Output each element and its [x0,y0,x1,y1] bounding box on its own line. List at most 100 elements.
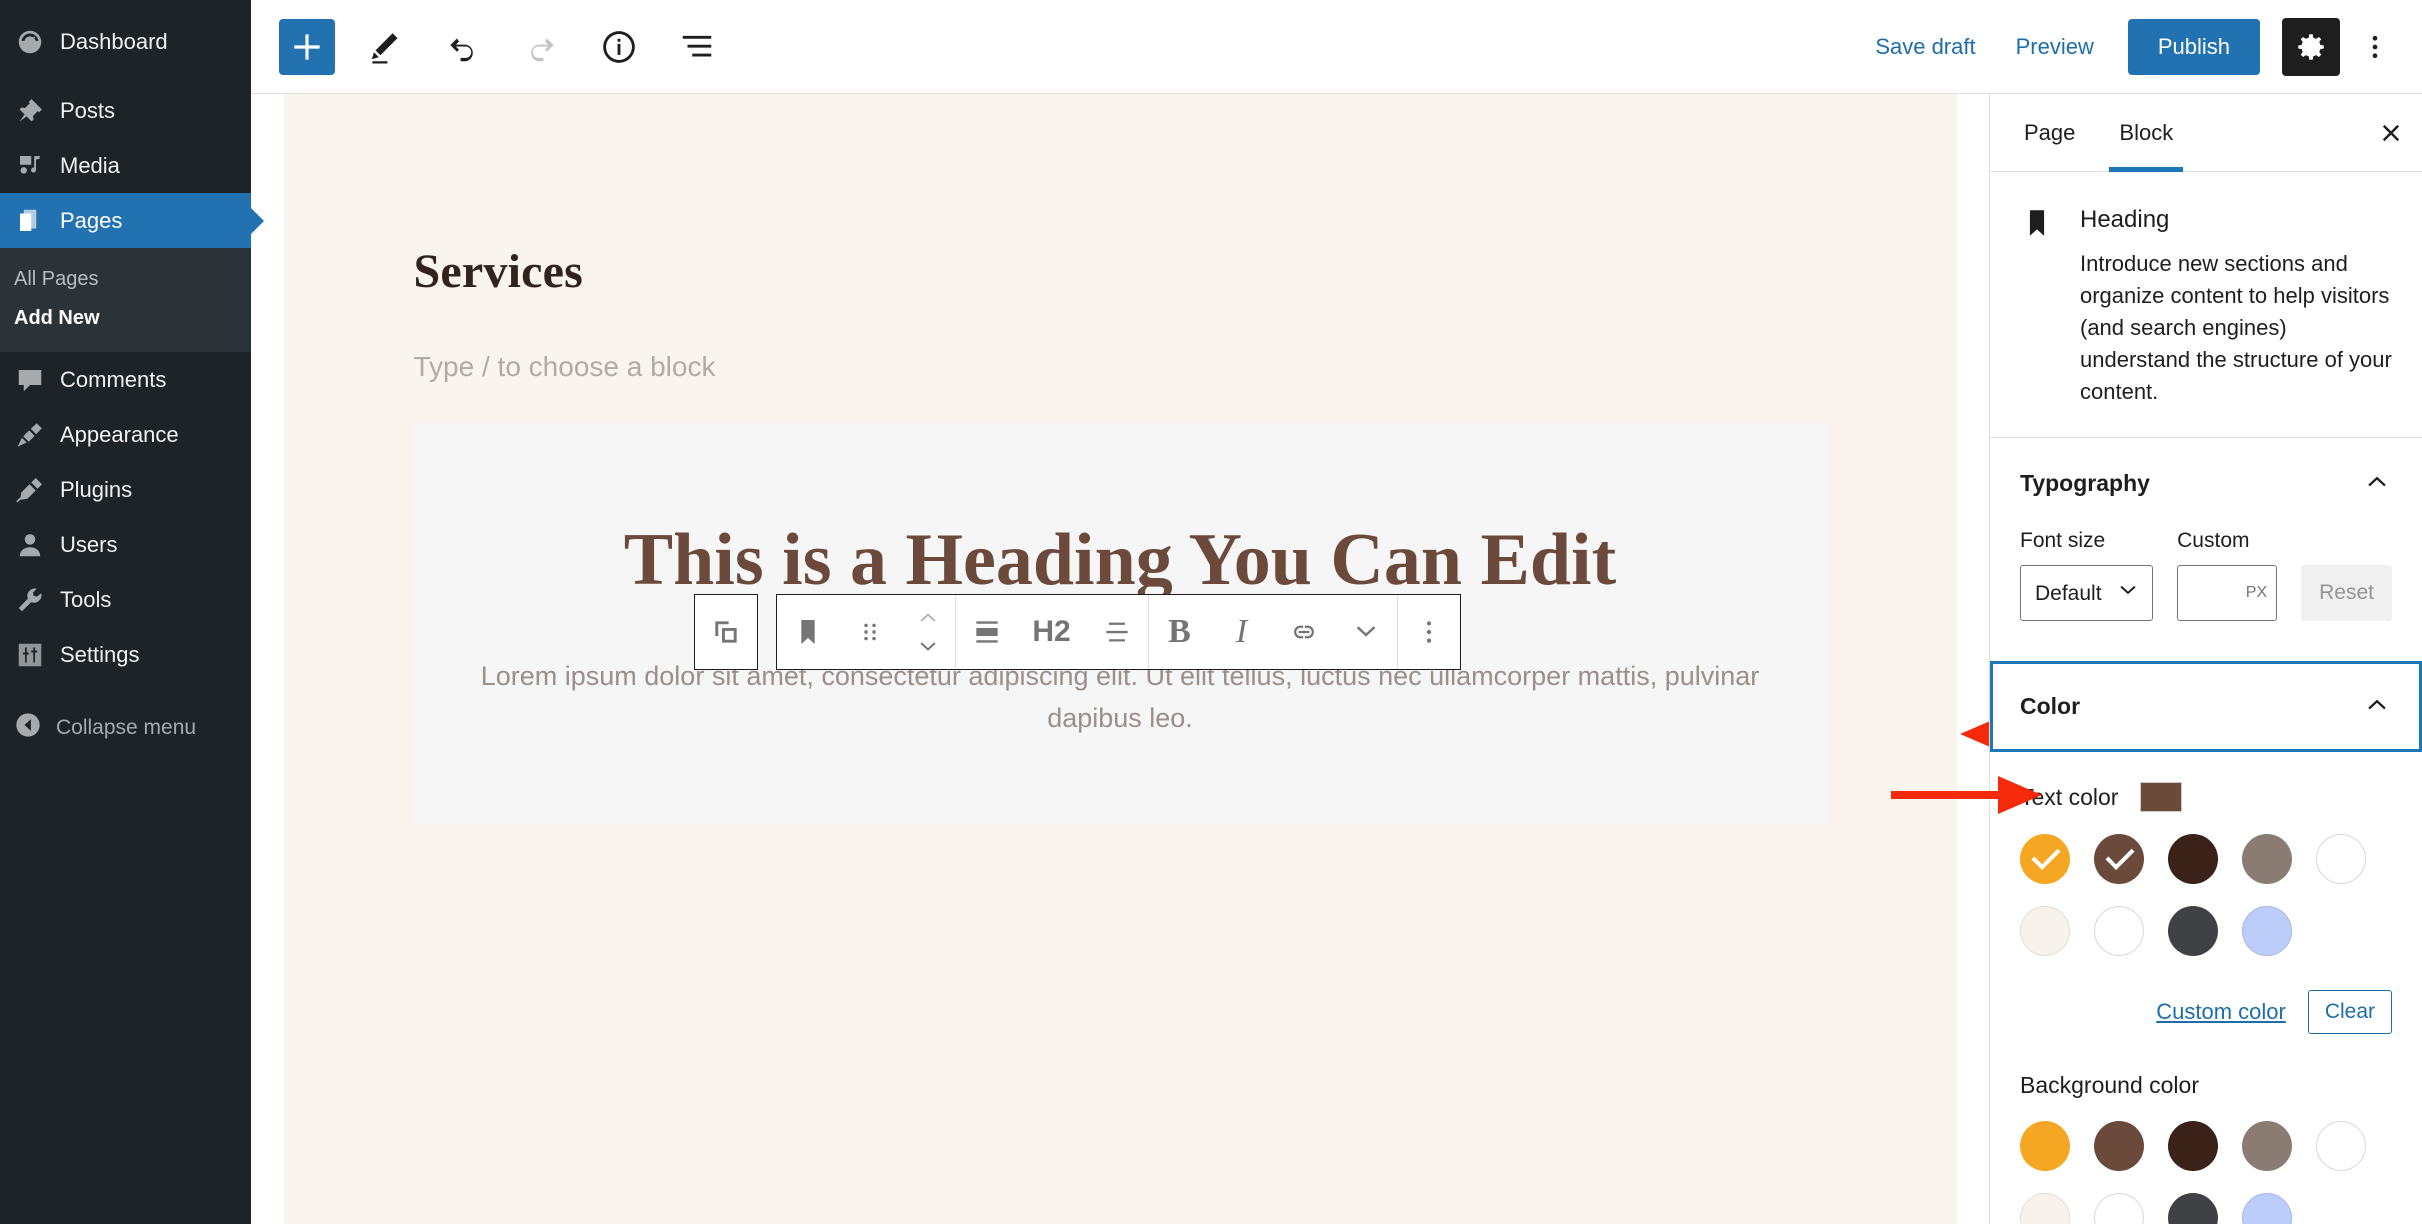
text-color-swatch[interactable] [2168,834,2218,885]
pin-icon [14,95,46,127]
bold-button[interactable]: B [1149,595,1211,669]
sidebar-item-label: Pages [60,207,123,233]
list-view-icon [682,35,712,56]
close-settings-button[interactable] [2360,94,2422,171]
link-button[interactable] [1273,595,1335,669]
save-draft-button[interactable]: Save draft [1855,20,1995,74]
wrench-icon [14,584,46,616]
redo-button[interactable] [513,19,569,75]
comment-icon [14,364,46,396]
chevron-up-icon [2362,689,2392,724]
move-up-button[interactable] [915,602,941,632]
block-type-copy-button[interactable] [695,595,757,669]
sliders-icon [14,639,46,671]
page-content: Services Type / to choose a block This i… [283,94,1957,1224]
sidebar-item-comments[interactable]: Comments [0,352,251,407]
paintbrush-icon [14,419,46,451]
chevron-down-icon [1356,626,1375,637]
empty-paragraph-placeholder[interactable]: Type / to choose a block [284,299,1957,383]
block-type-heading-button[interactable] [777,595,839,669]
align-button[interactable] [956,595,1018,669]
sidebar-item-dashboard[interactable]: Dashboard [0,14,251,69]
background-color-swatch[interactable] [2168,1121,2218,1172]
sidebar-item-appearance[interactable]: Appearance [0,407,251,462]
text-color-swatch[interactable] [2242,906,2292,957]
kebab-menu-icon [2372,35,2378,58]
sidebar-subitem-all-pages[interactable]: All Pages [0,260,251,299]
sidebar-item-label: Posts [60,97,116,123]
sidebar-item-tools[interactable]: Tools [0,572,251,627]
list-view-button[interactable] [669,19,725,75]
drag-handle[interactable] [839,595,901,669]
block-toolbar-seg-format: B I [1147,595,1397,669]
sidebar-submenu-pages: All Pages Add New [0,248,251,352]
text-color-swatch[interactable] [2168,906,2218,957]
block-options-button[interactable] [1398,595,1460,669]
text-color-clear-button[interactable]: Clear [2307,990,2392,1035]
text-color-swatch[interactable] [2020,834,2070,885]
details-button[interactable] [591,19,647,75]
sidebar-item-settings[interactable]: Settings [0,627,251,682]
background-color-swatch[interactable] [2316,1121,2366,1172]
dashboard-icon [14,26,46,58]
background-color-swatch[interactable] [2094,1121,2144,1172]
plus-icon [294,33,320,60]
background-color-swatch[interactable] [2094,1193,2144,1224]
page-title[interactable]: Services [284,94,1957,299]
sidebar-item-users[interactable]: Users [0,517,251,572]
gear-icon [2298,33,2324,60]
publish-button[interactable]: Publish [2127,18,2260,75]
background-color-swatch[interactable] [2168,1193,2218,1224]
typography-section-title: Typography [2020,470,2150,497]
custom-font-size-input[interactable] [2177,565,2278,622]
undo-button[interactable] [435,19,491,75]
color-section-header[interactable]: Color [1990,661,2422,753]
sidebar-item-label: Media [60,152,120,178]
sidebar-subitem-label: Add New [14,307,100,329]
sidebar-item-posts[interactable]: Posts [0,83,251,138]
text-color-swatch[interactable] [2020,906,2070,957]
heading-block-text[interactable]: This is a Heading You Can Edit [414,519,1827,602]
reset-font-size-button[interactable]: Reset [2301,565,2392,622]
tab-page[interactable]: Page [2002,94,2097,171]
color-controls: Text color Custom color Clear Background… [1990,752,2422,1224]
text-color-swatch-selected[interactable] [2094,834,2144,885]
move-down-button[interactable] [915,632,941,662]
kebab-menu-icon [1426,621,1431,643]
text-custom-color-link[interactable]: Custom color [2156,999,2286,1025]
edit-tool-button[interactable] [357,19,413,75]
more-rich-text-button[interactable] [1335,595,1397,669]
preview-button[interactable]: Preview [1996,20,2114,74]
arrow-pointing-to-heading [1960,721,1989,747]
block-toolbar-seg-block [777,595,955,669]
close-icon [2382,124,2400,141]
editor-canvas: Services Type / to choose a block This i… [251,94,1989,1224]
more-options-button[interactable] [2350,18,2400,76]
heading-level-button[interactable]: H2 [1018,595,1086,669]
text-color-swatch[interactable] [2316,834,2366,885]
sidebar-item-pages[interactable]: Pages [0,193,251,248]
sidebar-item-media[interactable]: Media [0,138,251,193]
block-card: Heading Introduce new sections and organ… [1990,172,2422,439]
background-color-swatch[interactable] [2242,1193,2292,1224]
block-mover [901,595,955,669]
background-color-swatch[interactable] [2020,1193,2070,1224]
text-align-button[interactable] [1086,595,1148,669]
background-color-swatch[interactable] [2020,1121,2070,1172]
sidebar-item-plugins[interactable]: Plugins [0,462,251,517]
sidebar-item-label: Dashboard [60,28,168,54]
font-size-select[interactable]: Default [2020,565,2154,622]
settings-toggle-button[interactable] [2282,17,2340,76]
pages-icon [14,205,46,237]
italic-button[interactable]: I [1211,595,1273,669]
sidebar-subitem-add-new[interactable]: Add New [0,299,251,338]
text-color-swatch[interactable] [2094,906,2144,957]
text-color-swatch[interactable] [2242,834,2292,885]
tab-block[interactable]: Block [2097,94,2195,172]
typography-section-header[interactable]: Typography [1990,438,2422,529]
custom-font-size-label: Custom [2177,529,2250,553]
background-color-swatch[interactable] [2242,1121,2292,1172]
add-block-button[interactable] [279,18,335,75]
collapse-menu-button[interactable]: Collapse menu [0,700,251,755]
text-color-current-swatch[interactable] [2140,782,2183,813]
